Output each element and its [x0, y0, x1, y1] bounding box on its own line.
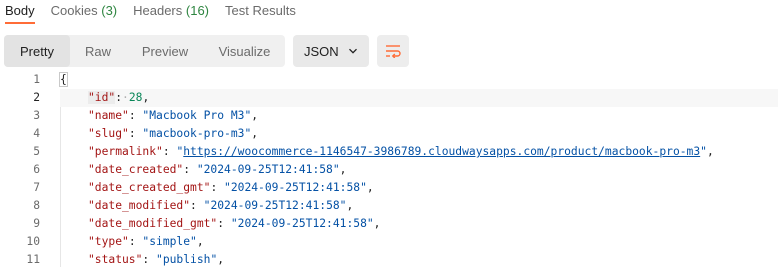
response-body-editor[interactable]: 1 2 3 4 5 6 7 8 9 10 11 { "id":·28, "nam… — [0, 71, 778, 267]
permalink-link[interactable]: https://woocommerce-1146547-3986789.clou… — [183, 145, 700, 158]
tab-cookies[interactable]: Cookies (3) — [51, 0, 117, 18]
line-number: 11 — [26, 253, 40, 266]
json-value: "simple" — [142, 235, 197, 248]
code-line-name: "name": "Macbook Pro M3", — [88, 109, 259, 122]
line-number: 4 — [33, 127, 40, 140]
tab-headers-count: (16) — [185, 3, 210, 18]
tab-cookies-label: Cookies — [50, 3, 98, 18]
code-line-status: "status": "publish", — [88, 253, 225, 266]
line-number: 3 — [33, 109, 40, 122]
tab-headers[interactable]: Headers (16) — [133, 0, 209, 18]
line-number: 10 — [26, 235, 40, 248]
view-raw-button[interactable]: Raw — [70, 35, 126, 67]
wrap-lines-button[interactable] — [377, 35, 409, 67]
tab-body[interactable]: Body — [5, 0, 35, 24]
view-preview-button[interactable]: Preview — [126, 35, 204, 67]
json-key: "slug" — [88, 127, 129, 140]
view-pretty-button[interactable]: Pretty — [4, 35, 70, 67]
tab-test-results[interactable]: Test Results — [225, 0, 296, 18]
code-line-slug: "slug": "macbook-pro-m3", — [88, 127, 259, 140]
json-key: "date_created_gmt" — [88, 181, 211, 194]
code-area: { "id":·28, "name": "Macbook Pro M3", "s… — [59, 71, 778, 267]
code-line-type: "type": "simple", — [88, 235, 204, 248]
code-line-open-brace: { — [59, 71, 778, 89]
code-line-date-modified-gmt: "date_modified_gmt": "2024-09-25T12:41:5… — [88, 217, 381, 230]
format-select-value: JSON — [304, 43, 339, 59]
line-number: 1 — [33, 73, 40, 86]
json-key: "status" — [88, 253, 143, 266]
code-line-date-created-gmt: "date_created_gmt": "2024-09-25T12:41:58… — [88, 181, 374, 194]
code-line-date-modified: "date_modified": "2024-09-25T12:41:58", — [88, 199, 354, 212]
json-value: "2024-09-25T12:41:58" — [230, 217, 374, 230]
json-key: "name" — [88, 109, 129, 122]
code-line-permalink: "permalink": "https://woocommerce-114654… — [88, 145, 714, 158]
tab-cookies-count: (3) — [101, 3, 118, 18]
json-key: "date_modified" — [88, 199, 191, 212]
line-number: 8 — [33, 199, 40, 212]
format-select[interactable]: JSON — [293, 35, 369, 67]
json-value: "2024-09-25T12:41:58" — [224, 181, 367, 194]
tab-headers-label: Headers — [133, 3, 183, 18]
tab-test-results-label: Test Results — [225, 3, 296, 18]
json-value: "publish" — [156, 253, 218, 266]
view-visualize-button[interactable]: Visualize — [204, 35, 285, 67]
wrap-lines-icon — [386, 45, 401, 58]
json-value: "2024-09-25T12:41:58" — [196, 163, 340, 176]
line-number-current: 2 — [33, 91, 40, 104]
line-number: 7 — [33, 181, 40, 194]
line-number: 9 — [33, 217, 40, 230]
json-key: "id" — [88, 91, 116, 104]
view-mode-group: Pretty Raw Preview Visualize — [4, 35, 285, 67]
json-value: "2024-09-25T12:41:58" — [203, 199, 347, 212]
json-key: "type" — [88, 235, 129, 248]
json-value: 28 — [128, 91, 143, 104]
response-tabs: Body Cookies (3) Headers (16) Test Resul… — [0, 0, 312, 26]
json-value: "macbook-pro-m3" — [142, 127, 252, 140]
tab-body-label: Body — [5, 3, 35, 18]
line-number: 5 — [33, 145, 40, 158]
json-key: "date_modified_gmt" — [88, 217, 218, 230]
open-brace: { — [59, 72, 68, 87]
code-line-id: "id":·28, — [60, 89, 778, 107]
code-line-date-created: "date_created": "2024-09-25T12:41:58", — [88, 163, 347, 176]
chevron-down-icon — [349, 48, 357, 54]
line-number-gutter: 1 2 3 4 5 6 7 8 9 10 11 — [0, 71, 46, 267]
json-key: "permalink" — [88, 145, 163, 158]
json-key: "date_created" — [88, 163, 184, 176]
line-number: 6 — [33, 163, 40, 176]
json-value: "Macbook Pro M3" — [142, 109, 252, 122]
